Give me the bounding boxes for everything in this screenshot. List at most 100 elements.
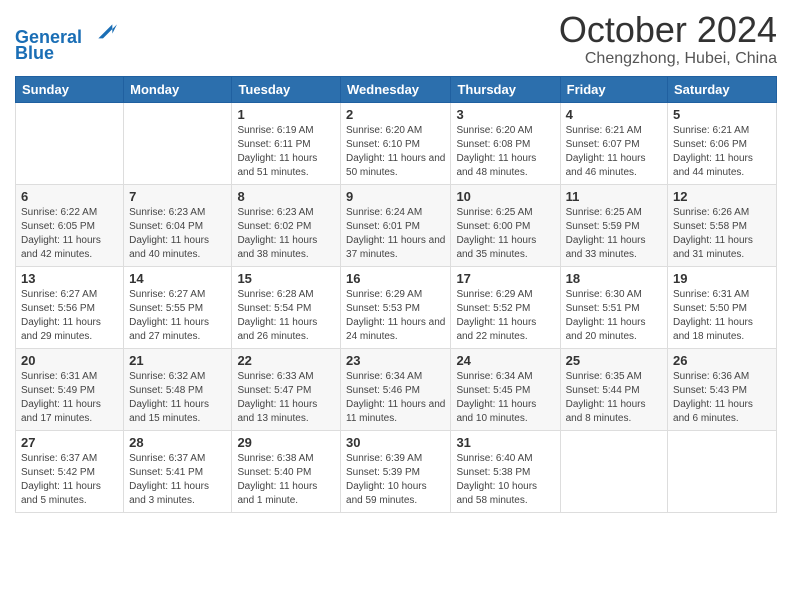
day-info: Sunrise: 6:30 AM Sunset: 5:51 PM Dayligh…	[566, 288, 662, 344]
day-info: Sunrise: 6:33 AM Sunset: 5:47 PM Dayligh…	[237, 370, 335, 426]
day-info: Sunrise: 6:28 AM Sunset: 5:54 PM Dayligh…	[237, 288, 335, 344]
calendar-week-row: 20Sunrise: 6:31 AM Sunset: 5:49 PM Dayli…	[16, 348, 777, 430]
day-info: Sunrise: 6:26 AM Sunset: 5:58 PM Dayligh…	[673, 206, 771, 262]
weekday-header: Thursday	[451, 76, 560, 102]
calendar-week-row: 27Sunrise: 6:37 AM Sunset: 5:42 PM Dayli…	[16, 430, 777, 512]
day-number: 3	[456, 107, 554, 122]
calendar-week-row: 1Sunrise: 6:19 AM Sunset: 6:11 PM Daylig…	[16, 102, 777, 184]
calendar-cell: 4 Sunrise: 6:21 AM Sunset: 6:07 PM Daylig…	[560, 102, 667, 184]
day-info: Sunrise: 6:23 AM Sunset: 6:04 PM Dayligh…	[129, 206, 226, 262]
day-number: 11	[566, 189, 662, 204]
weekday-header: Sunday	[16, 76, 124, 102]
day-number: 7	[129, 189, 226, 204]
day-info: Sunrise: 6:22 AM Sunset: 6:05 PM Dayligh…	[21, 206, 118, 262]
calendar-cell: 16Sunrise: 6:29 AM Sunset: 5:53 PM Dayli…	[341, 266, 451, 348]
calendar-cell: 8 Sunrise: 6:23 AM Sunset: 6:02 PM Daylig…	[232, 184, 341, 266]
day-info: Sunrise: 6:32 AM Sunset: 5:48 PM Dayligh…	[129, 370, 226, 426]
day-info: Sunrise: 6:36 AM Sunset: 5:43 PM Dayligh…	[673, 370, 771, 426]
calendar-cell: 28Sunrise: 6:37 AM Sunset: 5:41 PM Dayli…	[124, 430, 232, 512]
calendar-cell: 15Sunrise: 6:28 AM Sunset: 5:54 PM Dayli…	[232, 266, 341, 348]
calendar-table: SundayMondayTuesdayWednesdayThursdayFrid…	[15, 76, 777, 513]
day-number: 29	[237, 435, 335, 450]
day-number: 19	[673, 271, 771, 286]
location-title: Chengzhong, Hubei, China	[559, 50, 777, 68]
day-number: 21	[129, 353, 226, 368]
day-info: Sunrise: 6:29 AM Sunset: 5:52 PM Dayligh…	[456, 288, 554, 344]
calendar-cell: 7 Sunrise: 6:23 AM Sunset: 6:04 PM Daylig…	[124, 184, 232, 266]
calendar-week-row: 6Sunrise: 6:22 AM Sunset: 6:05 PM Daylig…	[16, 184, 777, 266]
calendar-cell: 10 Sunrise: 6:25 AM Sunset: 6:00 PM Dayli…	[451, 184, 560, 266]
calendar-cell: 14 Sunrise: 6:27 AM Sunset: 5:55 PM Dayli…	[124, 266, 232, 348]
weekday-header: Saturday	[668, 76, 777, 102]
day-number: 24	[456, 353, 554, 368]
calendar-cell	[560, 430, 667, 512]
calendar-cell	[668, 430, 777, 512]
day-info: Sunrise: 6:40 AM Sunset: 5:38 PM Dayligh…	[456, 452, 554, 508]
calendar-cell: 22 Sunrise: 6:33 AM Sunset: 5:47 PM Dayli…	[232, 348, 341, 430]
calendar-cell: 17 Sunrise: 6:29 AM Sunset: 5:52 PM Dayli…	[451, 266, 560, 348]
day-number: 10	[456, 189, 554, 204]
day-number: 23	[346, 353, 445, 368]
weekday-header: Tuesday	[232, 76, 341, 102]
day-number: 5	[673, 107, 771, 122]
day-info: Sunrise: 6:39 AM Sunset: 5:39 PM Dayligh…	[346, 452, 445, 508]
calendar-cell	[124, 102, 232, 184]
calendar-cell: 5Sunrise: 6:21 AM Sunset: 6:06 PM Daylig…	[668, 102, 777, 184]
day-info: Sunrise: 6:34 AM Sunset: 5:45 PM Dayligh…	[456, 370, 554, 426]
day-number: 25	[566, 353, 662, 368]
day-info: Sunrise: 6:38 AM Sunset: 5:40 PM Dayligh…	[237, 452, 335, 508]
day-number: 30	[346, 435, 445, 450]
page-header: General Blue October 2024 Chengzhong, Hu…	[15, 10, 777, 68]
calendar-cell	[16, 102, 124, 184]
calendar-cell: 24 Sunrise: 6:34 AM Sunset: 5:45 PM Dayli…	[451, 348, 560, 430]
day-number: 2	[346, 107, 445, 122]
calendar-cell: 1Sunrise: 6:19 AM Sunset: 6:11 PM Daylig…	[232, 102, 341, 184]
calendar-cell: 12 Sunrise: 6:26 AM Sunset: 5:58 PM Dayli…	[668, 184, 777, 266]
day-info: Sunrise: 6:21 AM Sunset: 6:07 PM Dayligh…	[566, 124, 662, 180]
day-number: 28	[129, 435, 226, 450]
page-container: General Blue October 2024 Chengzhong, Hu…	[0, 0, 792, 612]
day-number: 17	[456, 271, 554, 286]
calendar-cell: 19 Sunrise: 6:31 AM Sunset: 5:50 PM Dayli…	[668, 266, 777, 348]
day-info: Sunrise: 6:27 AM Sunset: 5:56 PM Dayligh…	[21, 288, 118, 344]
calendar-cell: 30 Sunrise: 6:39 AM Sunset: 5:39 PM Dayli…	[341, 430, 451, 512]
title-block: October 2024 Chengzhong, Hubei, China	[559, 10, 777, 68]
day-info: Sunrise: 6:20 AM Sunset: 6:10 PM Dayligh…	[346, 124, 445, 180]
weekday-header: Friday	[560, 76, 667, 102]
logo-icon	[89, 15, 117, 43]
day-number: 13	[21, 271, 118, 286]
calendar-cell: 23 Sunrise: 6:34 AM Sunset: 5:46 PM Dayli…	[341, 348, 451, 430]
calendar-cell: 18 Sunrise: 6:30 AM Sunset: 5:51 PM Dayli…	[560, 266, 667, 348]
calendar-cell: 3 Sunrise: 6:20 AM Sunset: 6:08 PM Daylig…	[451, 102, 560, 184]
day-info: Sunrise: 6:25 AM Sunset: 6:00 PM Dayligh…	[456, 206, 554, 262]
day-info: Sunrise: 6:31 AM Sunset: 5:50 PM Dayligh…	[673, 288, 771, 344]
calendar-cell: 9Sunrise: 6:24 AM Sunset: 6:01 PM Daylig…	[341, 184, 451, 266]
day-info: Sunrise: 6:31 AM Sunset: 5:49 PM Dayligh…	[21, 370, 118, 426]
day-number: 12	[673, 189, 771, 204]
day-number: 8	[237, 189, 335, 204]
day-number: 14	[129, 271, 226, 286]
day-number: 22	[237, 353, 335, 368]
day-number: 4	[566, 107, 662, 122]
day-number: 18	[566, 271, 662, 286]
day-number: 9	[346, 189, 445, 204]
day-info: Sunrise: 6:27 AM Sunset: 5:55 PM Dayligh…	[129, 288, 226, 344]
calendar-cell: 20Sunrise: 6:31 AM Sunset: 5:49 PM Dayli…	[16, 348, 124, 430]
calendar-cell: 26Sunrise: 6:36 AM Sunset: 5:43 PM Dayli…	[668, 348, 777, 430]
calendar-cell: 6Sunrise: 6:22 AM Sunset: 6:05 PM Daylig…	[16, 184, 124, 266]
calendar-header-row: SundayMondayTuesdayWednesdayThursdayFrid…	[16, 76, 777, 102]
calendar-cell: 31Sunrise: 6:40 AM Sunset: 5:38 PM Dayli…	[451, 430, 560, 512]
month-title: October 2024	[559, 10, 777, 50]
day-number: 27	[21, 435, 118, 450]
day-info: Sunrise: 6:20 AM Sunset: 6:08 PM Dayligh…	[456, 124, 554, 180]
calendar-cell: 29 Sunrise: 6:38 AM Sunset: 5:40 PM Dayli…	[232, 430, 341, 512]
weekday-header: Wednesday	[341, 76, 451, 102]
day-number: 1	[237, 107, 335, 122]
day-info: Sunrise: 6:29 AM Sunset: 5:53 PM Dayligh…	[346, 288, 445, 344]
day-info: Sunrise: 6:23 AM Sunset: 6:02 PM Dayligh…	[237, 206, 335, 262]
logo: General Blue	[15, 15, 117, 64]
calendar-cell: 25Sunrise: 6:35 AM Sunset: 5:44 PM Dayli…	[560, 348, 667, 430]
day-info: Sunrise: 6:34 AM Sunset: 5:46 PM Dayligh…	[346, 370, 445, 426]
calendar-cell: 27Sunrise: 6:37 AM Sunset: 5:42 PM Dayli…	[16, 430, 124, 512]
calendar-cell: 21 Sunrise: 6:32 AM Sunset: 5:48 PM Dayli…	[124, 348, 232, 430]
